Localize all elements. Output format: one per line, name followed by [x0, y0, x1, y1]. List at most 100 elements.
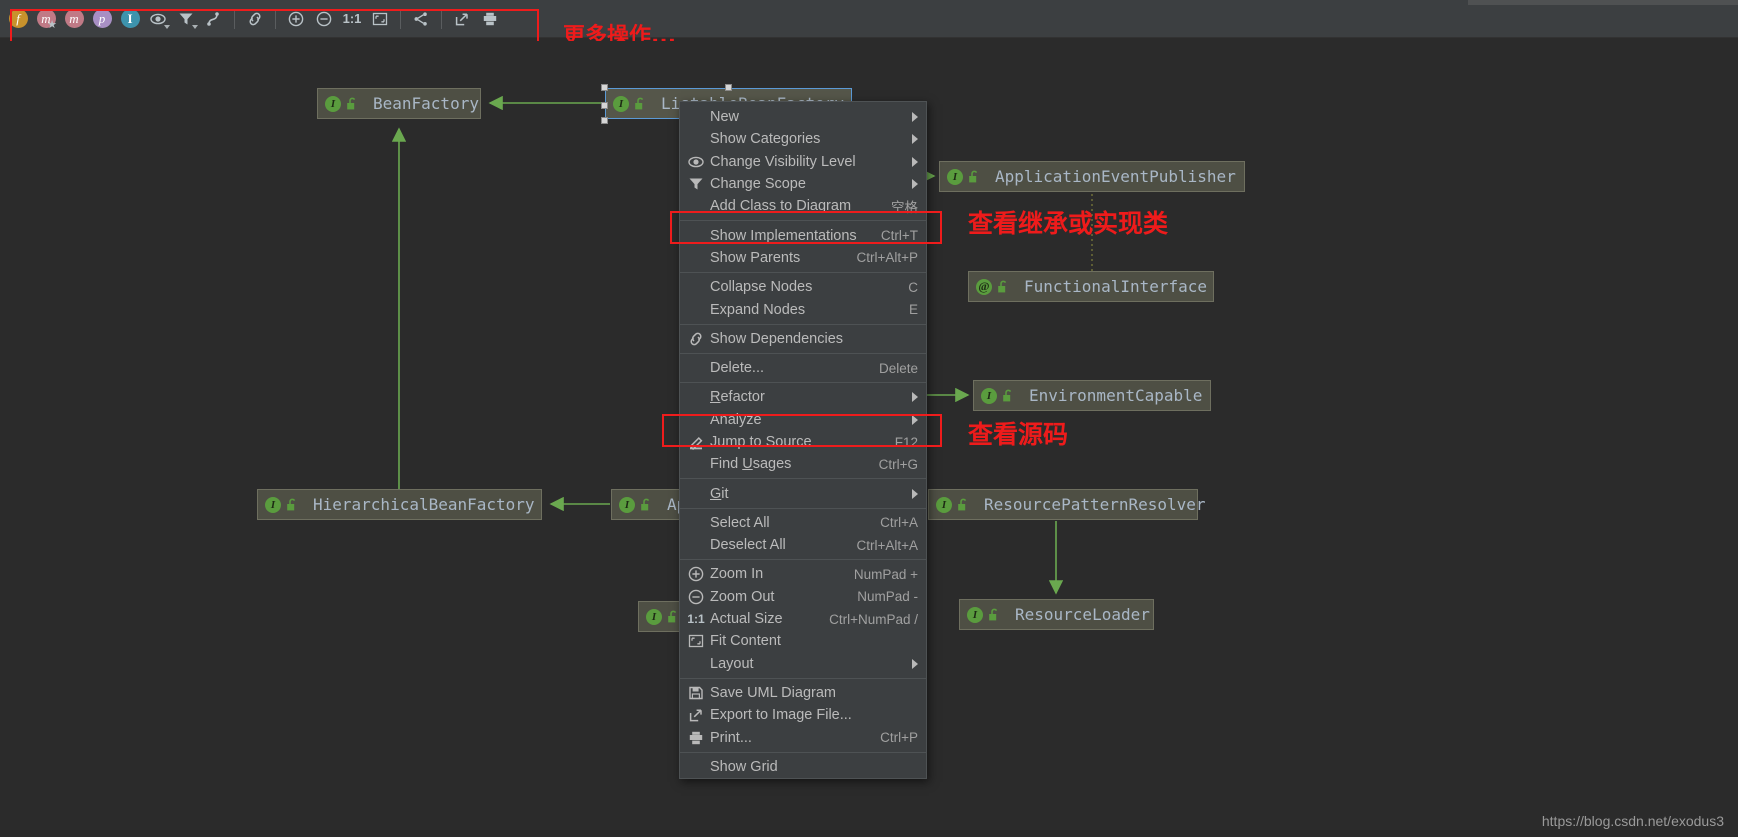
pencil-icon	[686, 434, 706, 450]
fit-content-icon[interactable]	[366, 5, 394, 33]
menu-show-grid[interactable]: Show Grid	[680, 756, 926, 778]
selection-handle[interactable]	[601, 102, 608, 109]
diagram-node-hierarchicalbeanfactory[interactable]: I HierarchicalBeanFactory	[257, 489, 542, 520]
menu-change-visibility[interactable]: Change Visibility Level	[680, 151, 926, 173]
menu-item-label: Layout	[710, 655, 754, 672]
menu-show-categories[interactable]: Show Categories	[680, 128, 926, 150]
chevron-right-icon	[912, 488, 918, 499]
menu-item-shortcut: F12	[894, 434, 918, 450]
show-methods-inherited-icon[interactable]: m ★	[32, 5, 60, 33]
toolbar-separator	[275, 8, 276, 29]
selection-handle[interactable]	[601, 84, 608, 91]
menu-git[interactable]: Git	[680, 482, 926, 504]
menu-separator	[680, 220, 926, 222]
menu-find-usages[interactable]: Find Usages Ctrl+G	[680, 453, 926, 475]
menu-separator	[680, 352, 926, 354]
menu-separator	[680, 323, 926, 325]
menu-item-icon-placeholder	[686, 456, 706, 472]
menu-item-icon-placeholder	[686, 250, 706, 266]
diagram-node-resourcepatternresolver[interactable]: I ResourcePatternResolver	[928, 489, 1206, 520]
menu-zoom-out[interactable]: Zoom Out NumPad -	[680, 586, 926, 608]
menu-item-label: Delete...	[710, 360, 764, 377]
menu-save-uml-diagram[interactable]: Save UML Diagram	[680, 682, 926, 704]
unlock-icon	[1002, 389, 1015, 403]
change-visibility-level-icon[interactable]	[144, 5, 172, 33]
menu-new[interactable]: New	[680, 106, 926, 128]
diagram-node-label: ResourcePatternResolver	[984, 495, 1206, 514]
menu-expand-nodes[interactable]: Expand Nodes E	[680, 298, 926, 320]
zoom-out-icon[interactable]	[310, 5, 338, 33]
menu-jump-to-source[interactable]: Jump to Source F12	[680, 431, 926, 453]
menu-layout[interactable]: Layout	[680, 653, 926, 675]
horizontal-scrollbar[interactable]	[1468, 0, 1738, 5]
menu-item-label: Analyze	[710, 411, 762, 428]
menu-item-label: Select All	[710, 514, 770, 531]
menu-separator	[680, 559, 926, 561]
show-dependencies-icon[interactable]	[200, 5, 228, 33]
menu-delete[interactable]: Delete... Delete	[680, 357, 926, 379]
menu-item-label: Fit Content	[710, 633, 781, 650]
print-icon[interactable]	[476, 5, 504, 33]
fit-icon	[686, 633, 706, 649]
diagram-node-environmentcapable[interactable]: I EnvironmentCapable	[973, 380, 1211, 411]
chevron-down-icon	[164, 24, 170, 29]
menu-item-icon-placeholder	[686, 198, 706, 214]
change-scope-icon[interactable]	[172, 5, 200, 33]
diagram-node-label: FunctionalInterface	[1024, 277, 1208, 296]
show-inner-classes-icon[interactable]: I	[116, 5, 144, 33]
interface-type-icon: I	[619, 496, 635, 513]
menu-export-to-image[interactable]: Export to Image File...	[680, 704, 926, 726]
menu-item-label: Show Implementations	[710, 227, 857, 244]
show-properties-icon-glyph: p	[92, 9, 112, 28]
chevron-right-icon	[912, 658, 918, 669]
menu-collapse-nodes[interactable]: Collapse Nodes C	[680, 276, 926, 298]
menu-refactor[interactable]: Refactor	[680, 386, 926, 408]
menu-select-all[interactable]: Select All Ctrl+A	[680, 512, 926, 534]
link-icon	[686, 331, 706, 347]
diagram-node-functionalinterface[interactable]: @ FunctionalInterface	[968, 271, 1214, 302]
diagram-toolbar: f m ★ m p I 1:1	[0, 0, 1738, 37]
diagram-context-menu[interactable]: New Show Categories Change Visibility Lev…	[679, 101, 927, 780]
menu-show-dependencies[interactable]: Show Dependencies	[680, 328, 926, 350]
menu-item-label: Add Class to Diagram	[710, 198, 852, 215]
menu-change-scope[interactable]: Change Scope	[680, 173, 926, 195]
show-dependencies-link-icon[interactable]	[241, 5, 269, 33]
diagram-node-applicationeventpublisher[interactable]: I ApplicationEventPublisher	[939, 161, 1245, 192]
menu-zoom-in[interactable]: Zoom In NumPad +	[680, 563, 926, 585]
menu-item-label: Print...	[710, 729, 752, 746]
menu-add-class-to-diagram[interactable]: Add Class to Diagram 空格	[680, 195, 926, 217]
menu-show-implementations[interactable]: Show Implementations Ctrl+T	[680, 224, 926, 246]
show-fields-icon[interactable]: f	[4, 5, 32, 33]
show-methods-icon[interactable]: m	[60, 5, 88, 33]
diagram-node-beanfactory[interactable]: I BeanFactory	[317, 88, 481, 119]
unlock-icon	[640, 498, 653, 512]
diagram-node-applicationcontext[interactable]: I Ap	[611, 489, 686, 520]
menu-show-parents[interactable]: Show Parents Ctrl+Alt+P	[680, 247, 926, 269]
print-icon	[686, 730, 706, 746]
menu-item-icon-placeholder	[686, 302, 706, 318]
menu-item-label: Git	[710, 485, 729, 502]
menu-item-label: Jump to Source	[710, 434, 812, 450]
zoom-in-icon[interactable]	[282, 5, 310, 33]
export-to-image-icon[interactable]	[448, 5, 476, 33]
actual-size-icon[interactable]: 1:1	[338, 5, 366, 33]
menu-item-shortcut: Ctrl+Alt+A	[856, 537, 918, 553]
menu-print[interactable]: Print... Ctrl+P	[680, 726, 926, 748]
unlock-icon	[997, 280, 1010, 294]
menu-deselect-all[interactable]: Deselect All Ctrl+Alt+A	[680, 534, 926, 556]
menu-separator	[680, 272, 926, 274]
show-properties-icon[interactable]: p	[88, 5, 116, 33]
menu-item-label: Save UML Diagram	[710, 684, 836, 701]
menu-item-icon-placeholder	[686, 360, 706, 376]
menu-item-icon-placeholder	[686, 279, 706, 295]
layout-icon[interactable]	[407, 5, 435, 33]
menu-analyze[interactable]: Analyze	[680, 409, 926, 431]
diagram-node-resourceloader[interactable]: I ResourceLoader	[959, 599, 1154, 630]
menu-fit-content[interactable]: Fit Content	[680, 630, 926, 652]
export-icon	[686, 707, 706, 723]
selection-handle[interactable]	[601, 117, 608, 124]
menu-actual-size[interactable]: 1:1 Actual Size Ctrl+NumPad /	[680, 608, 926, 630]
selection-handle[interactable]	[724, 84, 732, 91]
menu-item-shortcut: 空格	[891, 200, 918, 216]
chevron-down-icon	[192, 24, 198, 29]
